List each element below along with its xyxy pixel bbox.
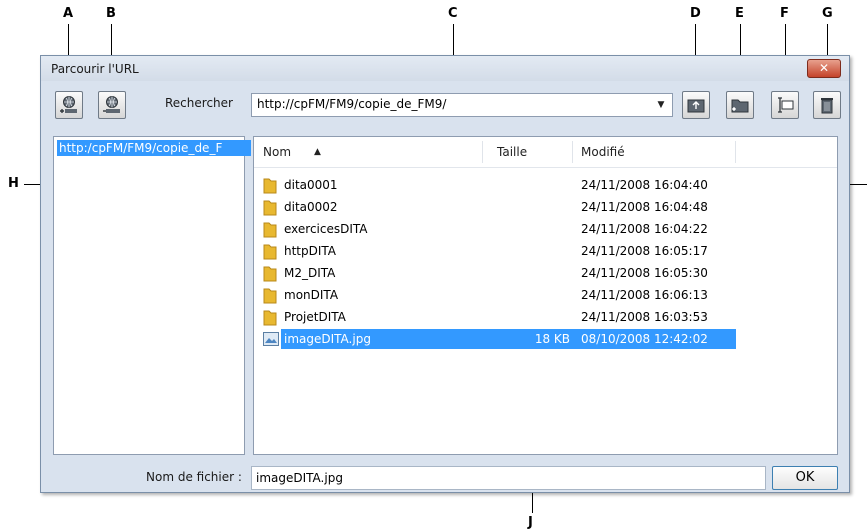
- server-tree-pane[interactable]: http:/cpFM/FM9/copie_de_F: [53, 136, 251, 455]
- file-size: 18 KB: [534, 332, 570, 346]
- file-row[interactable]: dita0001 24/11/2008 16:04:40: [254, 175, 734, 195]
- file-row[interactable]: monDITA 24/11/2008 16:06:13: [254, 285, 734, 305]
- title-bar[interactable]: Parcourir l'URL ✕: [41, 56, 849, 81]
- file-row[interactable]: httpDITA 24/11/2008 16:05:17: [254, 241, 734, 261]
- sort-ascending-icon: ▲: [314, 147, 321, 157]
- delete-button[interactable]: [813, 91, 841, 119]
- up-folder-button[interactable]: [682, 91, 710, 119]
- url-value: http://cpFM/FM9/copie_de_FM9/: [257, 97, 447, 111]
- dialog-title: Parcourir l'URL: [51, 62, 139, 76]
- column-name[interactable]: Nom: [263, 137, 291, 167]
- globe-add-icon: [60, 96, 77, 113]
- column-size[interactable]: Taille: [497, 137, 527, 167]
- search-label: Rechercher: [165, 96, 233, 110]
- remove-server-button[interactable]: [98, 91, 126, 119]
- file-row[interactable]: exercicesDITA 24/11/2008 16:04:22: [254, 219, 734, 239]
- file-name: imageDITA.jpg: [284, 332, 371, 346]
- file-date: 24/11/2008 16:05:17: [581, 244, 708, 258]
- file-name: dita0001: [284, 178, 338, 192]
- file-row-selected[interactable]: imageDITA.jpg 18 KB 08/10/2008 12:42:02: [254, 329, 736, 352]
- file-row[interactable]: M2_DITA 24/11/2008 16:05:30: [254, 263, 734, 283]
- column-separator[interactable]: [735, 141, 736, 163]
- folder-up-icon: [687, 99, 705, 113]
- filename-value: imageDITA.jpg: [256, 471, 343, 485]
- rename-button[interactable]: [771, 91, 799, 119]
- callout-e: E: [735, 6, 744, 21]
- file-name: monDITA: [284, 288, 339, 302]
- browse-url-dialog: Parcourir l'URL ✕ Rechercher http://cpFM…: [40, 55, 850, 493]
- file-date: 24/11/2008 16:04:22: [581, 222, 708, 236]
- file-date: 24/11/2008 16:03:53: [581, 310, 708, 324]
- callout-b: B: [106, 6, 116, 21]
- file-date: 24/11/2008 16:06:13: [581, 288, 708, 302]
- filename-field[interactable]: imageDITA.jpg: [251, 466, 766, 490]
- file-date: 24/11/2008 16:05:30: [581, 266, 708, 280]
- file-date: 24/11/2008 16:04:40: [581, 178, 708, 192]
- callout-f: F: [780, 6, 789, 21]
- url-combobox[interactable]: http://cpFM/FM9/copie_de_FM9/ ▼: [251, 93, 673, 117]
- ok-button[interactable]: OK: [772, 466, 838, 490]
- file-name: M2_DITA: [284, 266, 336, 280]
- file-name: exercicesDITA: [284, 222, 368, 236]
- column-separator[interactable]: [572, 141, 573, 163]
- file-date: 08/10/2008 12:42:02: [581, 332, 708, 346]
- file-row[interactable]: ProjetDITA 24/11/2008 16:03:53: [254, 307, 734, 327]
- trash-icon: [821, 98, 833, 114]
- file-name: ProjetDITA: [284, 310, 346, 324]
- callout-g: G: [822, 6, 833, 21]
- new-folder-icon: [731, 99, 749, 113]
- new-folder-button[interactable]: [726, 91, 754, 119]
- close-button[interactable]: ✕: [807, 59, 841, 78]
- callout-c: C: [448, 6, 458, 21]
- tree-item[interactable]: http:/cpFM/FM9/copie_de_F: [57, 140, 251, 156]
- column-separator[interactable]: [482, 141, 483, 163]
- globe-remove-icon: [103, 96, 120, 113]
- filename-label: Nom de fichier :: [146, 470, 242, 484]
- add-server-button[interactable]: [55, 91, 83, 119]
- column-modified[interactable]: Modifié: [581, 137, 625, 167]
- file-date: 24/11/2008 16:04:48: [581, 200, 708, 214]
- file-name: dita0002: [284, 200, 338, 214]
- list-header: Nom ▲ Taille Modifié: [254, 137, 837, 168]
- callout-d: D: [690, 6, 701, 21]
- image-file-icon: [263, 332, 279, 352]
- callout-j: J: [528, 515, 533, 530]
- file-list-pane[interactable]: Nom ▲ Taille Modifié dita0001 24/11/2008…: [253, 136, 838, 455]
- callout-a: A: [63, 6, 74, 21]
- callout-h: H: [8, 176, 19, 191]
- file-name: httpDITA: [284, 244, 337, 258]
- rename-icon: [778, 97, 794, 113]
- chevron-down-icon[interactable]: ▼: [654, 98, 668, 112]
- file-row[interactable]: dita0002 24/11/2008 16:04:48: [254, 197, 734, 217]
